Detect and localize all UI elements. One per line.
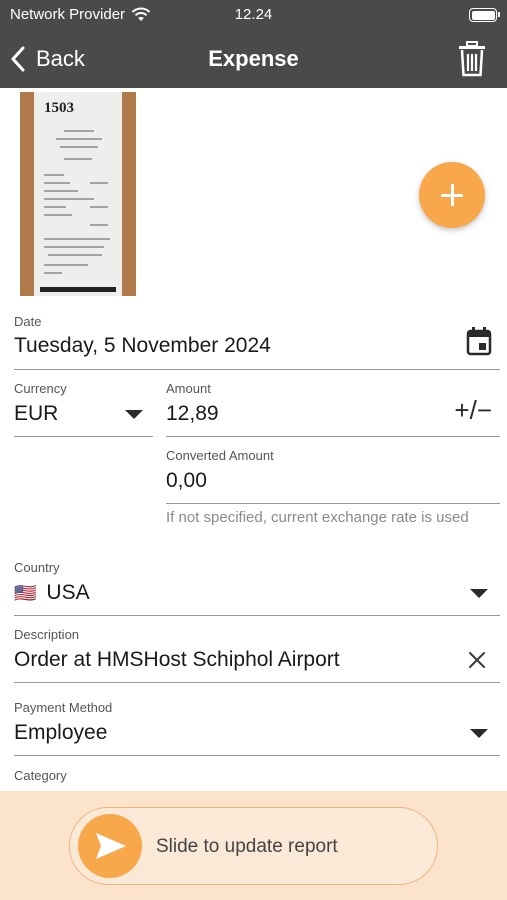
dropdown-arrow-icon[interactable] — [125, 410, 143, 419]
plus-minus-icon[interactable]: +/− — [454, 395, 492, 426]
amount-label: Amount — [166, 381, 211, 396]
category-label: Category — [14, 768, 67, 783]
clear-icon[interactable] — [468, 651, 486, 669]
receipt-stamp: 1503 — [44, 100, 74, 116]
dropdown-arrow-icon[interactable] — [470, 729, 488, 738]
payment-method-value: Employee — [14, 721, 108, 744]
bottom-action-bar: Slide to update report — [0, 791, 507, 900]
dropdown-arrow-icon[interactable] — [470, 589, 488, 598]
slide-to-update-slider[interactable]: Slide to update report — [69, 807, 438, 885]
amount-field[interactable]: Amount 12,89 +/− — [166, 381, 500, 437]
country-label: Country — [14, 560, 60, 575]
slide-label: Slide to update report — [156, 836, 338, 857]
converted-amount-value: 0,00 — [166, 469, 207, 492]
amount-value: 12,89 — [166, 402, 219, 425]
page-title: Expense — [208, 46, 299, 71]
payment-method-label: Payment Method — [14, 700, 113, 715]
country-value: USA — [46, 581, 90, 604]
slider-knob[interactable] — [78, 814, 142, 878]
us-flag-icon: 🇺🇸 — [14, 582, 37, 603]
currency-label: Currency — [14, 381, 67, 396]
exchange-rate-hint: If not specified, current exchange rate … — [166, 509, 469, 526]
converted-amount-field[interactable]: Converted Amount 0,00 — [166, 448, 500, 504]
country-selection: 🇺🇸 USA — [14, 581, 90, 605]
payment-method-field[interactable]: Payment Method Employee — [14, 700, 500, 756]
add-photo-button[interactable] — [419, 162, 485, 228]
calendar-icon[interactable] — [466, 326, 492, 356]
trash-icon[interactable] — [457, 41, 487, 77]
receipt-barcode — [40, 287, 116, 292]
send-icon — [96, 833, 126, 859]
nav-bar: Back Expense — [0, 30, 507, 88]
country-field[interactable]: Country 🇺🇸 USA — [14, 560, 500, 616]
currency-value: EUR — [14, 402, 59, 425]
currency-field[interactable]: Currency EUR — [14, 381, 153, 437]
date-field[interactable]: Date Tuesday, 5 November 2024 — [14, 314, 500, 370]
description-value: Order at HMSHost Schiphol Airport — [14, 648, 340, 671]
status-bar: Network Provider 12.24 — [0, 0, 507, 30]
status-time: 12.24 — [234, 6, 273, 23]
battery-icon — [469, 8, 500, 22]
description-label: Description — [14, 627, 80, 642]
date-label: Date — [14, 314, 42, 329]
receipt-paper: 1503 — [34, 92, 122, 296]
description-field[interactable]: Description Order at HMSHost Schiphol Ai… — [14, 627, 500, 683]
date-value: Tuesday, 5 November 2024 — [14, 334, 271, 357]
receipt-photo[interactable]: 1503 — [20, 92, 136, 296]
converted-amount-label: Converted Amount — [166, 448, 274, 463]
